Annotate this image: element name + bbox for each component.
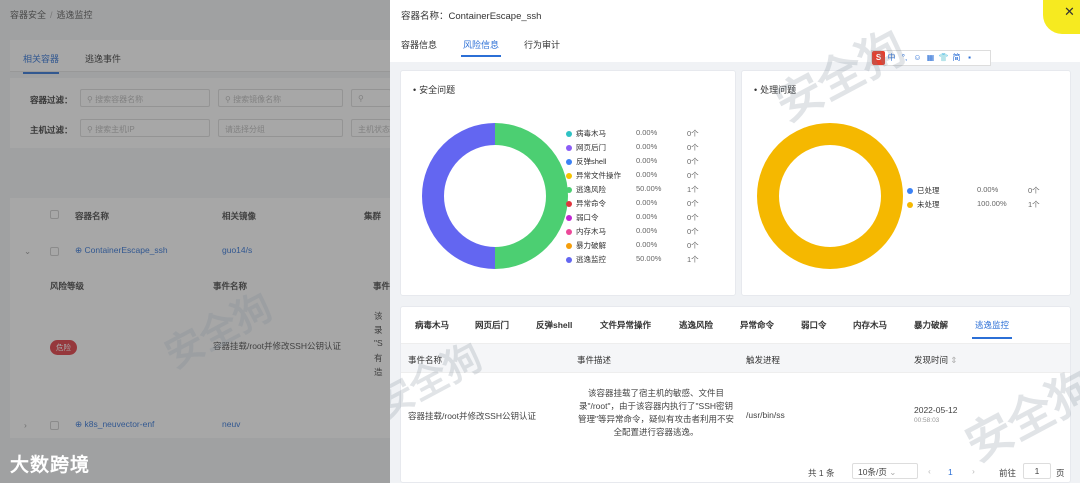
modal-overlay[interactable]	[0, 0, 390, 483]
tab-escape-monitor[interactable]: 逃逸监控	[971, 319, 1013, 339]
security-donut-chart	[422, 123, 568, 269]
legend-dot	[566, 229, 572, 235]
prev-page-icon[interactable]: ‹	[928, 466, 931, 476]
legend-dot	[566, 201, 572, 207]
container-detail-drawer: 容器名称：ContainerEscape_ssh 容器信息 风险信息 行为审计 …	[390, 0, 1080, 483]
goto-page-input[interactable]: 1	[1023, 463, 1051, 479]
tab-file-anomaly[interactable]: 文件异常操作	[600, 319, 651, 331]
handling-issues-card: 处理问题 已处理0.00%0个 未处理100.00%1个	[741, 70, 1071, 296]
goto-label: 前往	[999, 468, 1017, 478]
handling-donut-chart	[757, 123, 903, 269]
tab-escape-risk[interactable]: 逃逸风险	[679, 319, 713, 331]
security-issues-card: 安全问题 病毒木马0.00%0个 网页后门0.00%0个 反弹shell0.00…	[400, 70, 736, 296]
tab-memory-trojan[interactable]: 内存木马	[853, 319, 887, 331]
legend-dot	[566, 159, 572, 165]
page-size-select[interactable]: 10条/页 ⌄	[852, 463, 918, 479]
tab-weak-password[interactable]: 弱口令	[801, 319, 827, 331]
close-icon[interactable]: ✕	[1064, 4, 1075, 20]
pagination-total: 共 1 条	[808, 468, 835, 478]
sort-icon[interactable]: ⇕	[950, 355, 957, 365]
discover-time-cell: 00:58:03	[914, 417, 940, 424]
column-event-desc: 事件描述	[577, 355, 612, 365]
chevron-down-icon: ⌄	[889, 467, 897, 477]
ime-skin-icon[interactable]: 👕	[937, 51, 950, 65]
sogou-logo-icon: S	[872, 51, 885, 65]
tab-virus-trojan[interactable]: 病毒木马	[415, 319, 449, 331]
legend-dot	[566, 173, 572, 179]
input-method-toolbar[interactable]: S 中 °, ☺ ▦ 👕 简 ▪	[871, 50, 991, 66]
brand-text: 大数跨境	[10, 455, 91, 476]
tab-risk-info[interactable]: 风险信息	[460, 38, 502, 57]
legend-dot	[566, 257, 572, 263]
discover-date-cell: 2022-05-12	[914, 405, 958, 415]
column-discover-time[interactable]: 发现时间 ⇕	[914, 354, 958, 366]
ime-keyboard-icon[interactable]: ▦	[924, 51, 937, 65]
legend-dot	[566, 215, 572, 221]
ime-lang-icon[interactable]: 中	[885, 51, 898, 65]
donut-slice[interactable]	[757, 123, 903, 269]
legend-dot	[566, 243, 572, 249]
donut-slice[interactable]	[494, 123, 568, 269]
tab-reverse-shell[interactable]: 反弹shell	[536, 319, 572, 331]
security-issues-title: 安全问题	[413, 83, 455, 96]
ime-emoji-icon[interactable]: ☺	[911, 51, 924, 65]
current-page[interactable]: 1	[948, 467, 953, 477]
events-panel: 病毒木马 网页后门 反弹shell 文件异常操作 逃逸风险 异常命令 弱口令 内…	[400, 306, 1071, 483]
event-name-cell: 容器挂载/root并修改SSH公钥认证	[408, 411, 536, 421]
goto-suffix: 页	[1056, 468, 1065, 478]
legend-dot	[907, 202, 913, 208]
column-event-name: 事件名称	[408, 355, 443, 365]
legend-dot	[566, 145, 572, 151]
ime-punct-icon[interactable]: °,	[898, 51, 911, 65]
column-trigger-process: 触发进程	[746, 355, 781, 365]
legend-dot	[907, 188, 913, 194]
ime-simplified-icon[interactable]: 简	[950, 51, 963, 65]
event-desc-cell: 该容器挂载了宿主机的敏感、文件目录"/root"，由于该容器内执行了"SSH密钥…	[577, 388, 735, 437]
legend-dot	[566, 187, 572, 193]
tab-webshell[interactable]: 网页后门	[475, 319, 509, 331]
brand-logo: 大数跨境	[10, 450, 90, 477]
tab-brute-force[interactable]: 暴力破解	[914, 319, 948, 331]
tab-abnormal-command[interactable]: 异常命令	[740, 319, 774, 331]
events-table-header: 事件名称 事件描述 触发进程 发现时间 ⇕	[401, 343, 1070, 373]
trigger-process-cell: /usr/bin/ss	[746, 410, 785, 420]
drawer-title: 容器名称：ContainerEscape_ssh	[401, 11, 542, 22]
handling-issues-title: 处理问题	[754, 83, 796, 96]
next-page-icon[interactable]: ›	[972, 466, 975, 476]
legend-dot	[566, 131, 572, 137]
donut-slice[interactable]	[422, 123, 496, 269]
tab-behavior-audit[interactable]: 行为审计	[524, 38, 560, 51]
ime-menu-icon[interactable]: ▪	[963, 51, 976, 65]
tab-container-info[interactable]: 容器信息	[401, 38, 437, 51]
